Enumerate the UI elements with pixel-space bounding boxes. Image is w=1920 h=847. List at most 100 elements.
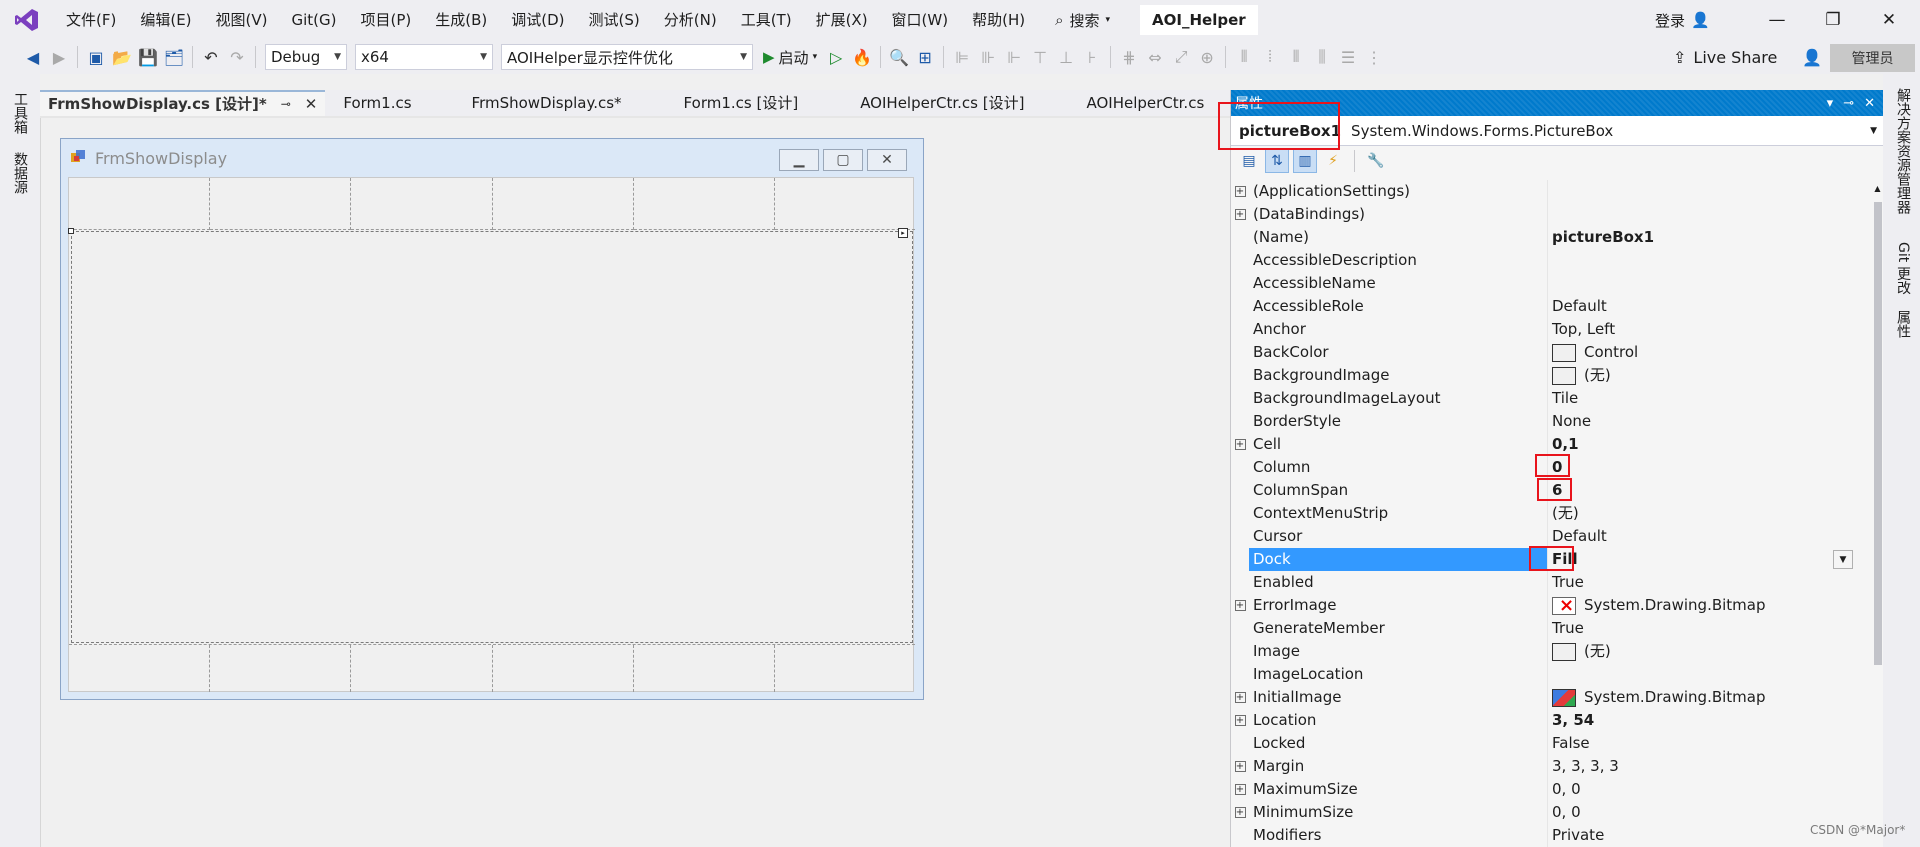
property-value[interactable]: 0, 0: [1547, 801, 1871, 824]
picturebox-control[interactable]: ▸: [68, 228, 913, 643]
expand-icon[interactable]: +: [1231, 433, 1249, 456]
property-value[interactable]: 0,1: [1547, 433, 1871, 456]
login-area[interactable]: 登录 👤: [1655, 0, 1710, 40]
property-pages-wrench-icon[interactable]: 🔧: [1364, 149, 1388, 173]
menu-item[interactable]: 视图(V): [204, 0, 280, 40]
property-row[interactable]: Column 0: [1231, 456, 1871, 479]
menu-item[interactable]: Git(G): [280, 0, 349, 40]
layout-cell[interactable]: [210, 645, 352, 692]
decrease-spacing-icon[interactable]: ⫴: [1283, 44, 1309, 70]
menu-item[interactable]: 测试(S): [577, 0, 652, 40]
search-box[interactable]: ⌕ 搜索 ▾: [1045, 5, 1120, 35]
property-row[interactable]: + InitialImage System.Drawing.Bitmap: [1231, 686, 1871, 709]
table-layout-panel[interactable]: ▸: [68, 177, 916, 692]
events-lightning-icon[interactable]: ⚡: [1321, 149, 1345, 173]
panel-menu-icon[interactable]: ▾: [1827, 96, 1834, 111]
expand-icon[interactable]: +: [1231, 778, 1249, 801]
tab-form1-cs[interactable]: Form1.cs: [335, 90, 419, 116]
property-value[interactable]: Control: [1547, 341, 1871, 364]
property-row[interactable]: (Name) pictureBox1: [1231, 226, 1871, 249]
property-row[interactable]: Locked False: [1231, 732, 1871, 755]
close-tab-icon[interactable]: ✕: [305, 91, 318, 117]
layout-cell[interactable]: [69, 178, 211, 230]
feedback-icon[interactable]: 👤: [1802, 48, 1822, 67]
layout-icon[interactable]: ⊞: [912, 44, 938, 70]
align-to-grid-icon[interactable]: ⋕: [1116, 44, 1142, 70]
categorized-icon[interactable]: ▤: [1237, 149, 1261, 173]
menu-item[interactable]: 工具(T): [729, 0, 804, 40]
alphabetical-icon[interactable]: ⇅: [1265, 149, 1289, 173]
align-centers-icon[interactable]: ⊪: [975, 44, 1001, 70]
layout-cell[interactable]: [210, 178, 352, 230]
property-value[interactable]: True: [1547, 571, 1871, 594]
property-row[interactable]: BackgroundImageLayout Tile: [1231, 387, 1871, 410]
property-value[interactable]: [1547, 180, 1871, 203]
navigate-forward-icon[interactable]: ▶: [46, 44, 72, 70]
tab-frmshowdisplay-design[interactable]: FrmShowDisplay.cs [设计]* ⊸ ✕: [40, 90, 326, 117]
align-lefts-icon[interactable]: ⊫: [949, 44, 975, 70]
layout-cell[interactable]: [634, 645, 775, 692]
property-row[interactable]: AccessibleRole Default: [1231, 295, 1871, 318]
layout-cell[interactable]: [774, 178, 916, 230]
undo-icon[interactable]: ↶: [198, 44, 224, 70]
scroll-thumb[interactable]: [1874, 202, 1882, 665]
make-same-size-icon[interactable]: ⤢: [1168, 44, 1194, 70]
property-row[interactable]: GenerateMember True: [1231, 617, 1871, 640]
hot-reload-icon[interactable]: 🔥: [849, 44, 875, 70]
account-icon[interactable]: 👤: [1691, 11, 1710, 29]
property-value[interactable]: False: [1547, 732, 1871, 755]
property-row[interactable]: BorderStyle None: [1231, 410, 1871, 433]
properties-tab[interactable]: 属性: [1893, 310, 1913, 338]
property-value[interactable]: (无): [1547, 502, 1871, 525]
menu-item[interactable]: 调试(D): [499, 0, 576, 40]
new-project-icon[interactable]: ▣: [83, 44, 109, 70]
menu-item[interactable]: 项目(P): [349, 0, 424, 40]
property-value[interactable]: pictureBox1: [1547, 226, 1871, 249]
property-row[interactable]: Enabled True: [1231, 571, 1871, 594]
property-value[interactable]: Default: [1547, 295, 1871, 318]
solution-explorer-tab[interactable]: 解决方案资源管理器: [1893, 88, 1913, 214]
make-same-width-icon[interactable]: ⇔: [1142, 44, 1168, 70]
layout-cell[interactable]: [492, 178, 634, 230]
layout-cell[interactable]: [493, 645, 634, 692]
property-value[interactable]: System.Drawing.Bitmap: [1547, 594, 1871, 617]
property-value[interactable]: Top, Left: [1547, 318, 1871, 341]
align-tops-icon[interactable]: ⊤: [1027, 44, 1053, 70]
property-row[interactable]: + Margin 3, 3, 3, 3: [1231, 755, 1871, 778]
start-debugging-button[interactable]: ▶ 启动 ▾: [757, 44, 823, 70]
property-value[interactable]: Tile: [1547, 387, 1871, 410]
property-row[interactable]: + (DataBindings): [1231, 203, 1871, 226]
startup-project-select[interactable]: AOIHelper显示控件优化 ▼: [501, 44, 753, 70]
minimize-button[interactable]: —: [1750, 0, 1804, 40]
expand-icon[interactable]: +: [1231, 755, 1249, 778]
redo-icon[interactable]: ↷: [224, 44, 250, 70]
close-panel-icon[interactable]: ✕: [1864, 96, 1875, 111]
property-value[interactable]: System.Drawing.Bitmap: [1547, 686, 1871, 709]
layout-cell[interactable]: [775, 645, 915, 692]
property-row[interactable]: BackColor Control: [1231, 341, 1871, 364]
property-value[interactable]: None: [1547, 410, 1871, 433]
dropdown-button[interactable]: ▼: [1833, 550, 1853, 569]
properties-view-icon[interactable]: ▥: [1293, 149, 1317, 173]
property-value[interactable]: [1547, 272, 1871, 295]
datasource-tab[interactable]: 数据源: [10, 152, 30, 194]
restore-button[interactable]: ❐: [1806, 0, 1860, 40]
menu-item[interactable]: 文件(F): [54, 0, 128, 40]
property-row[interactable]: + Cell 0,1: [1231, 433, 1871, 456]
properties-header[interactable]: 属性 ▾ ⊸ ✕: [1231, 90, 1883, 116]
property-value[interactable]: Fill: [1547, 548, 1871, 571]
expand-icon[interactable]: +: [1231, 203, 1249, 226]
expand-icon[interactable]: +: [1231, 709, 1249, 732]
visual-studio-logo-icon[interactable]: [0, 0, 54, 40]
horizontal-spacing-icon[interactable]: ⦀: [1231, 44, 1257, 70]
menu-item[interactable]: 帮助(H): [960, 0, 1037, 40]
live-share-button[interactable]: ⇪ Live Share 👤: [1673, 40, 1822, 74]
property-value[interactable]: (无): [1547, 640, 1871, 663]
property-value[interactable]: 0, 0: [1547, 778, 1871, 801]
menu-item[interactable]: 窗口(W): [880, 0, 961, 40]
pin-icon[interactable]: ⊸: [1843, 96, 1854, 111]
increase-spacing-icon[interactable]: ⦙: [1257, 44, 1283, 70]
menu-item[interactable]: 扩展(X): [804, 0, 880, 40]
resize-handle[interactable]: [68, 228, 74, 234]
property-row[interactable]: AccessibleDescription: [1231, 249, 1871, 272]
